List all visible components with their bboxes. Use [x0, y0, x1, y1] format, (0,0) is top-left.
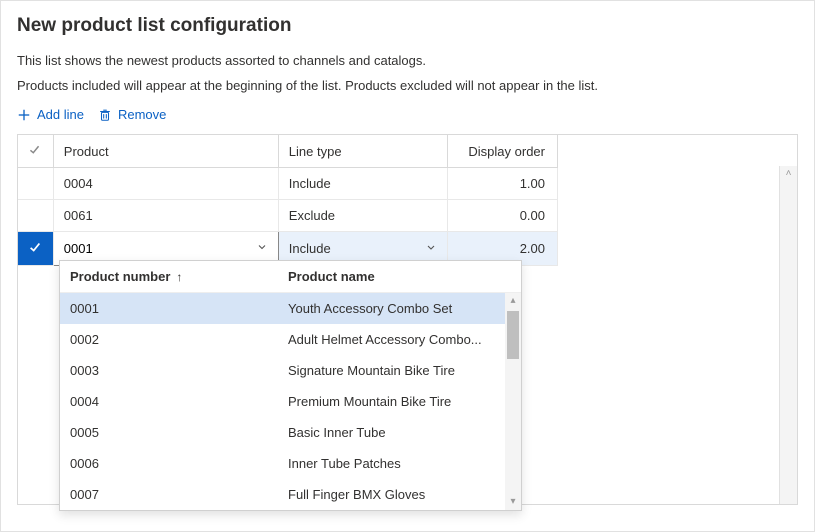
dropdown-scrollbar[interactable]: ▴ ▾	[505, 293, 521, 510]
dropdown-header-number[interactable]: Product number ↑	[70, 269, 288, 284]
dropdown-item-number: 0002	[70, 332, 288, 347]
product-grid: Product Line type Display order 0004 Inc…	[17, 134, 798, 505]
table-row[interactable]: 0061 Exclude 0.00	[18, 200, 558, 232]
dropdown-header: Product number ↑ Product name	[60, 261, 521, 293]
dropdown-item[interactable]: 0004 Premium Mountain Bike Tire	[60, 386, 521, 417]
dropdown-item-name: Youth Accessory Combo Set	[288, 301, 511, 316]
column-header-displayorder[interactable]: Display order	[447, 135, 557, 168]
dropdown-item-number: 0005	[70, 425, 288, 440]
product-input[interactable]	[64, 241, 256, 256]
grid-scrollbar[interactable]: ˄	[779, 166, 797, 504]
row-select-cell[interactable]	[18, 168, 53, 200]
dropdown-item-name: Premium Mountain Bike Tire	[288, 394, 511, 409]
chevron-down-icon[interactable]	[256, 241, 268, 256]
dropdown-item-number: 0004	[70, 394, 288, 409]
product-cell[interactable]: 0004	[53, 168, 278, 200]
dropdown-item[interactable]: 0001 Youth Accessory Combo Set	[60, 293, 521, 324]
linetype-cell[interactable]: Exclude	[278, 200, 447, 232]
table-row[interactable]: 0004 Include 1.00	[18, 168, 558, 200]
scroll-up-icon[interactable]: ▴	[505, 293, 521, 309]
chevron-down-icon[interactable]	[425, 241, 437, 256]
dropdown-item-name: Inner Tube Patches	[288, 456, 511, 471]
dropdown-item-number: 0006	[70, 456, 288, 471]
description-line-2: Products included will appear at the beg…	[17, 78, 798, 93]
dropdown-item[interactable]: 0007 Full Finger BMX Gloves	[60, 479, 521, 510]
dropdown-list: 0001 Youth Accessory Combo Set 0002 Adul…	[60, 293, 521, 510]
toolbar: Add line Remove	[17, 107, 798, 122]
dropdown-item-number: 0003	[70, 363, 288, 378]
dropdown-item-name: Adult Helmet Accessory Combo...	[288, 332, 511, 347]
row-select-cell[interactable]	[18, 200, 53, 232]
product-lookup-dropdown: Product number ↑ Product name 0001 Youth…	[59, 260, 522, 511]
dropdown-item[interactable]: 0005 Basic Inner Tube	[60, 417, 521, 448]
description-line-1: This list shows the newest products asso…	[17, 53, 798, 68]
dropdown-item-name: Full Finger BMX Gloves	[288, 487, 511, 502]
dropdown-item[interactable]: 0003 Signature Mountain Bike Tire	[60, 355, 521, 386]
dropdown-header-name[interactable]: Product name	[288, 269, 511, 284]
dropdown-item-name: Signature Mountain Bike Tire	[288, 363, 511, 378]
scroll-down-icon[interactable]: ▾	[505, 494, 521, 510]
data-table: Product Line type Display order 0004 Inc…	[18, 135, 558, 266]
column-header-product[interactable]: Product	[53, 135, 278, 168]
scrollbar-thumb[interactable]	[507, 311, 519, 359]
linetype-cell[interactable]: Include	[278, 168, 447, 200]
sort-ascending-icon: ↑	[176, 270, 182, 284]
plus-icon	[17, 108, 31, 122]
dropdown-item[interactable]: 0006 Inner Tube Patches	[60, 448, 521, 479]
linetype-value: Include	[289, 241, 331, 256]
dropdown-item-name: Basic Inner Tube	[288, 425, 511, 440]
displayorder-cell[interactable]: 1.00	[447, 168, 557, 200]
checkmark-icon	[28, 144, 41, 159]
add-line-button[interactable]: Add line	[17, 107, 84, 122]
column-header-linetype[interactable]: Line type	[278, 135, 447, 168]
page-title: New product list configuration	[17, 15, 798, 37]
dropdown-header-number-label: Product number	[70, 269, 170, 284]
checkmark-icon	[28, 240, 42, 257]
remove-label: Remove	[118, 107, 166, 122]
row-select-cell[interactable]	[18, 232, 53, 266]
dropdown-item-number: 0007	[70, 487, 288, 502]
remove-button[interactable]: Remove	[98, 107, 166, 122]
add-line-label: Add line	[37, 107, 84, 122]
displayorder-cell[interactable]: 0.00	[447, 200, 557, 232]
trash-icon	[98, 108, 112, 122]
column-header-select[interactable]	[18, 135, 53, 168]
product-cell[interactable]: 0061	[53, 200, 278, 232]
dropdown-item[interactable]: 0002 Adult Helmet Accessory Combo...	[60, 324, 521, 355]
scroll-up-icon[interactable]: ˄	[780, 166, 797, 181]
dropdown-item-number: 0001	[70, 301, 288, 316]
